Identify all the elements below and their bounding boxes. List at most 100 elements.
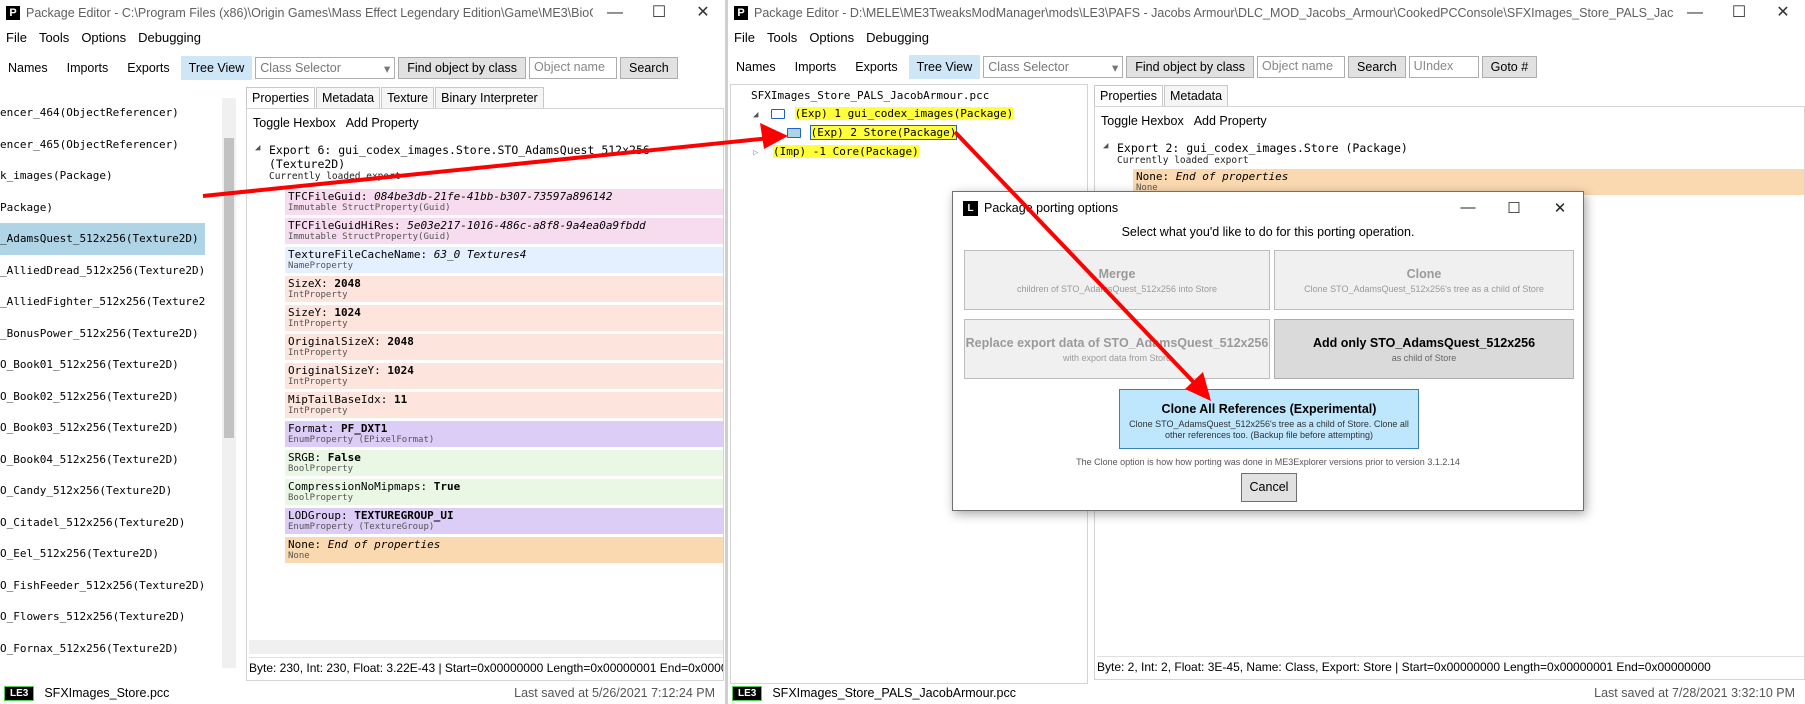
tab-properties[interactable]: Properties	[246, 87, 315, 108]
left-tree-scrollbar[interactable]	[222, 98, 236, 668]
property-value: True	[433, 480, 461, 493]
property-row[interactable]: None: End of properties None	[285, 537, 723, 563]
minimize-icon[interactable]: —	[1445, 199, 1491, 217]
property-row[interactable]: ▷TFCFileGuidHiRes: 5e03e217-1016-486c-a8…	[285, 218, 723, 244]
tree-item[interactable]: Package)	[0, 192, 205, 224]
add-only-option-button[interactable]: Add only STO_AdamsQuest_512x256 as child…	[1274, 319, 1574, 379]
menu-tools[interactable]: Tools	[761, 30, 803, 45]
tree-item[interactable]: O_Candy_512x256(Texture2D)	[0, 475, 205, 507]
tab-texture[interactable]: Texture	[381, 87, 435, 108]
tree-item[interactable]: O_Book01_512x256(Texture2D)	[0, 349, 205, 381]
tab-metadata[interactable]: Metadata	[1163, 85, 1229, 106]
property-row[interactable]: CompressionNoMipmaps: True BoolProperty	[285, 479, 723, 505]
uindex-input[interactable]: UIndex	[1408, 56, 1479, 78]
expand-arrow-icon[interactable]: ◢	[255, 143, 260, 153]
find-by-class-button[interactable]: Find object by class	[1126, 56, 1255, 78]
property-row[interactable]: OriginalSizeX: 2048 IntProperty	[285, 334, 723, 360]
tree-root-label[interactable]: SFXImages_Store_PALS_JacobArmour.pcc	[751, 88, 989, 104]
add-property-button[interactable]: Add Property	[1194, 112, 1267, 130]
menu-debugging[interactable]: Debugging	[860, 30, 935, 45]
search-button[interactable]: Search	[620, 57, 678, 79]
close-icon[interactable]: ✕	[681, 0, 725, 26]
find-by-class-button[interactable]: Find object by class	[398, 57, 527, 79]
expand-arrow-icon[interactable]: ◢	[753, 110, 758, 120]
tab-exports[interactable]: Exports	[847, 55, 905, 79]
clone-all-references-button[interactable]: Clone All References (Experimental) Clon…	[1119, 389, 1419, 449]
tree-item[interactable]: O_Book02_512x256(Texture2D)	[0, 381, 205, 413]
tree-item[interactable]: O_Citadel_512x256(Texture2D)	[0, 507, 205, 539]
goto-button[interactable]: Goto #	[1481, 56, 1538, 78]
tree-item[interactable]: O_Book03_512x256(Texture2D)	[0, 412, 205, 444]
class-selector-combo[interactable]: Class Selector ▾	[255, 57, 396, 79]
cancel-button[interactable]: Cancel	[1241, 473, 1297, 502]
property-row[interactable]: TextureFileCacheName: 63_0 Textures4 Name…	[285, 247, 723, 273]
tree-item[interactable]: O_Eel_512x256(Texture2D)	[0, 538, 205, 570]
minimize-icon[interactable]: —	[593, 0, 637, 26]
property-row[interactable]: MipTailBaseIdx: 11 IntProperty	[285, 392, 723, 418]
toggle-hexbox-button[interactable]: Toggle Hexbox	[1101, 112, 1184, 130]
tab-tree-view[interactable]: Tree View	[180, 56, 253, 80]
tree-node-core[interactable]: ▷ (Imp) -1 Core(Package)	[753, 144, 919, 161]
property-row[interactable]: Format: PF_DXT1 EnumProperty (EPixelForma…	[285, 421, 723, 447]
tab-imports[interactable]: Imports	[787, 55, 845, 79]
tab-tree-view[interactable]: Tree View	[908, 55, 981, 79]
tab-binary-interpreter[interactable]: Binary Interpreter	[435, 87, 544, 108]
menu-tools[interactable]: Tools	[33, 30, 75, 45]
tab-names[interactable]: Names	[0, 56, 56, 80]
tab-exports[interactable]: Exports	[119, 56, 177, 80]
tree-node-gui-codex-images[interactable]: ◢ (Exp) 1 gui_codex_images(Package)	[753, 106, 1014, 123]
menu-debugging[interactable]: Debugging	[132, 30, 207, 45]
left-hscrollbar[interactable]	[249, 640, 723, 654]
merge-option-button[interactable]: Merge children of STO_AdamsQuest_512x256…	[964, 250, 1270, 310]
close-icon[interactable]: ✕	[1537, 199, 1583, 217]
maximize-icon[interactable]: ☐	[637, 0, 681, 26]
property-type: EnumProperty (TextureGroup)	[288, 522, 435, 532]
tree-item[interactable]: k_images(Package)	[0, 160, 205, 192]
property-value: 63_0 Textures4	[433, 248, 527, 261]
property-row[interactable]: SRGB: False BoolProperty	[285, 450, 723, 476]
tree-item[interactable]: O_Fornax_512x256(Texture2D)	[0, 633, 205, 665]
clone-option-button[interactable]: Clone Clone STO_AdamsQuest_512x256's tre…	[1274, 250, 1574, 310]
tree-item[interactable]: O_GethFighter_512x256(Texture2D)	[0, 664, 205, 668]
expand-arrow-icon[interactable]: ◢	[1103, 141, 1108, 151]
object-name-input[interactable]: Object name	[529, 57, 618, 79]
property-row[interactable]: OriginalSizeY: 1024 IntProperty	[285, 363, 723, 389]
maximize-icon[interactable]: ☐	[1717, 0, 1761, 26]
menu-options[interactable]: Options	[803, 30, 860, 45]
tab-names[interactable]: Names	[728, 55, 784, 79]
toggle-hexbox-button[interactable]: Toggle Hexbox	[253, 114, 336, 132]
tree-item[interactable]: _BonusPower_512x256(Texture2D)	[0, 318, 205, 350]
property-row[interactable]: ▷TFCFileGuid: 084be3db-21fe-41bb-b307-73…	[285, 189, 723, 215]
minimize-icon[interactable]: —	[1673, 0, 1717, 26]
search-button[interactable]: Search	[1348, 56, 1406, 78]
option-desc: as child of Store	[1391, 353, 1457, 363]
left-tree-view[interactable]: encer_464(ObjectReferencer) encer_465(Obj…	[0, 98, 205, 668]
tree-item[interactable]: _AdamsQuest_512x256(Texture2D)	[0, 223, 205, 255]
tab-imports[interactable]: Imports	[59, 56, 117, 80]
scrollbar-thumb[interactable]	[224, 138, 234, 438]
property-type: IntProperty	[288, 348, 348, 358]
tree-item[interactable]: O_FishFeeder_512x256(Texture2D)	[0, 570, 205, 602]
tab-metadata[interactable]: Metadata	[315, 87, 381, 108]
replace-export-data-button[interactable]: Replace export data of STO_AdamsQuest_51…	[964, 319, 1270, 379]
property-row[interactable]: SizeX: 2048 IntProperty	[285, 276, 723, 302]
menu-options[interactable]: Options	[75, 30, 132, 45]
tree-item[interactable]: O_Flowers_512x256(Texture2D)	[0, 601, 205, 633]
tree-node-store[interactable]: (Exp) 2 Store(Package)	[787, 125, 958, 141]
menu-file[interactable]: File	[728, 30, 761, 45]
object-name-input[interactable]: Object name	[1257, 56, 1346, 78]
expand-arrow-icon[interactable]: ▷	[753, 148, 758, 158]
maximize-icon[interactable]: ☐	[1491, 199, 1537, 217]
tab-properties[interactable]: Properties	[1094, 85, 1163, 106]
add-property-button[interactable]: Add Property	[346, 114, 419, 132]
tree-item[interactable]: encer_465(ObjectReferencer)	[0, 129, 205, 161]
tree-item[interactable]: encer_464(ObjectReferencer)	[0, 98, 205, 129]
class-selector-combo[interactable]: Class Selector ▾	[983, 56, 1124, 78]
close-icon[interactable]: ✕	[1761, 0, 1805, 26]
menu-file[interactable]: File	[0, 30, 33, 45]
property-row[interactable]: SizeY: 1024 IntProperty	[285, 305, 723, 331]
tree-item[interactable]: _AlliedFighter_512x256(Texture2D)	[0, 286, 205, 318]
property-row[interactable]: LODGroup: TEXTUREGROUP_UI EnumProperty (T…	[285, 508, 723, 534]
tree-item[interactable]: _AlliedDread_512x256(Texture2D)	[0, 255, 205, 287]
tree-item[interactable]: O_Book04_512x256(Texture2D)	[0, 444, 205, 476]
